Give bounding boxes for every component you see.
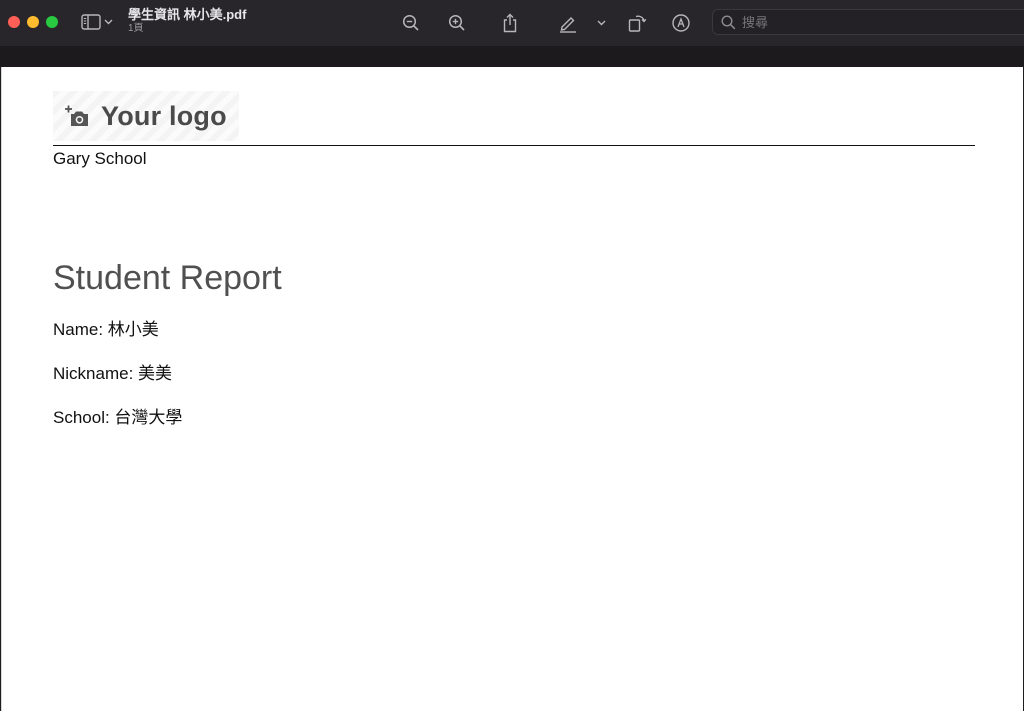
search-icon — [721, 14, 736, 29]
highlight-icon — [560, 17, 576, 33]
chevron-down-icon — [597, 20, 605, 26]
share-button[interactable] — [499, 12, 521, 34]
markup-icon — [672, 14, 690, 32]
report-title: Student Report — [53, 259, 282, 297]
zoom-in-icon — [448, 14, 465, 31]
page-count: 1頁 — [128, 23, 144, 34]
header-divider — [53, 145, 975, 146]
close-window-button[interactable] — [8, 16, 20, 28]
school-header: Gary School — [53, 149, 147, 168]
rotate-button[interactable] — [626, 12, 648, 34]
zoom-out-button[interactable] — [400, 12, 422, 34]
zoom-in-button[interactable] — [446, 12, 468, 34]
document-title: 學生資訊 林小美.pdf — [128, 7, 247, 22]
search-field[interactable] — [712, 9, 1024, 35]
share-icon — [503, 13, 517, 33]
sidebar-icon — [81, 14, 101, 30]
zoom-out-icon — [402, 14, 419, 31]
sidebar-toggle-button[interactable] — [81, 12, 117, 32]
search-input[interactable] — [742, 14, 1002, 30]
toolbar-divider-strip — [0, 46, 1024, 67]
student-school-field: School: 台灣大學 — [53, 408, 183, 427]
highlight-button[interactable] — [557, 12, 579, 34]
maximize-window-button[interactable] — [46, 16, 58, 28]
highlight-options-button[interactable] — [592, 12, 610, 34]
student-name-field: Name: 林小美 — [53, 320, 159, 339]
document-title-block: 學生資訊 林小美.pdf 1頁 — [128, 8, 246, 34]
window-toolbar: 學生資訊 林小美.pdf 1頁 — [0, 0, 1024, 46]
pdf-page: Your logo Gary School Student Report Nam… — [1, 67, 1023, 711]
student-nickname-field: Nickname: 美美 — [53, 364, 173, 383]
add-photo-icon — [65, 105, 88, 126]
rotate-icon — [628, 15, 647, 32]
logo-text: Your logo — [101, 100, 227, 131]
chevron-down-icon — [104, 19, 113, 25]
minimize-window-button[interactable] — [27, 16, 39, 28]
logo-placeholder: Your logo — [53, 91, 239, 141]
markup-button[interactable] — [670, 12, 692, 34]
